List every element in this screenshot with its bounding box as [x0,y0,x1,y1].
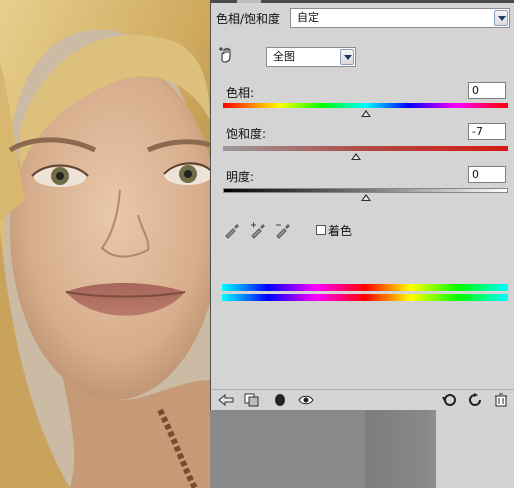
chevron-down-icon[interactable] [340,49,354,65]
channel-dropdown[interactable]: 全图 [266,47,356,67]
panel-tab[interactable] [237,0,261,3]
reset-icon[interactable] [467,393,483,407]
clip-to-layer-icon[interactable] [244,393,260,407]
colorize-label: 着色 [328,224,353,238]
hue-input[interactable]: 0 [468,82,506,99]
saturation-input[interactable]: -7 [468,123,506,140]
mask-icon[interactable] [272,393,288,407]
document-image [0,0,210,488]
eyedropper-minus-icon[interactable] [274,221,292,239]
lightness-input[interactable]: 0 [468,166,506,183]
preset-dropdown-value: 自定 [297,11,319,24]
hue-saturation-panel: 色相/饱和度 自定 全图 色相: 0 饱和度: -7 明度: 0 着色 [210,0,514,410]
lightness-slider-track[interactable] [223,188,508,193]
preset-dropdown[interactable]: 自定 [290,8,510,28]
input-color-bar [222,284,508,291]
panel-bottom-toolbar [211,389,514,411]
canvas-background-light [436,410,514,488]
portrait-photo [0,0,210,488]
hand-target-icon[interactable] [218,46,236,64]
trash-icon[interactable] [493,393,509,407]
chevron-down-icon[interactable] [494,10,508,26]
saturation-label: 饱和度: [226,127,267,141]
hue-label: 色相: [226,86,255,100]
lightness-slider-thumb[interactable] [360,194,371,201]
hue-slider-track[interactable] [223,103,508,108]
colorize-checkbox[interactable] [316,225,326,235]
adjustment-title: 色相/饱和度 [216,12,281,26]
saturation-slider-track[interactable] [223,146,508,151]
hue-slider-thumb[interactable] [360,110,371,117]
eyedropper-icon[interactable] [223,221,241,239]
output-color-bar [222,294,508,301]
panel-tab-strip [211,0,514,3]
channel-dropdown-value: 全图 [273,50,295,63]
lightness-label: 明度: [226,170,255,184]
previous-state-icon[interactable] [441,393,457,407]
back-arrow-icon[interactable] [218,393,234,407]
eye-icon[interactable] [298,393,314,407]
eyedropper-plus-icon[interactable] [249,221,267,239]
saturation-slider-thumb[interactable] [350,153,361,160]
